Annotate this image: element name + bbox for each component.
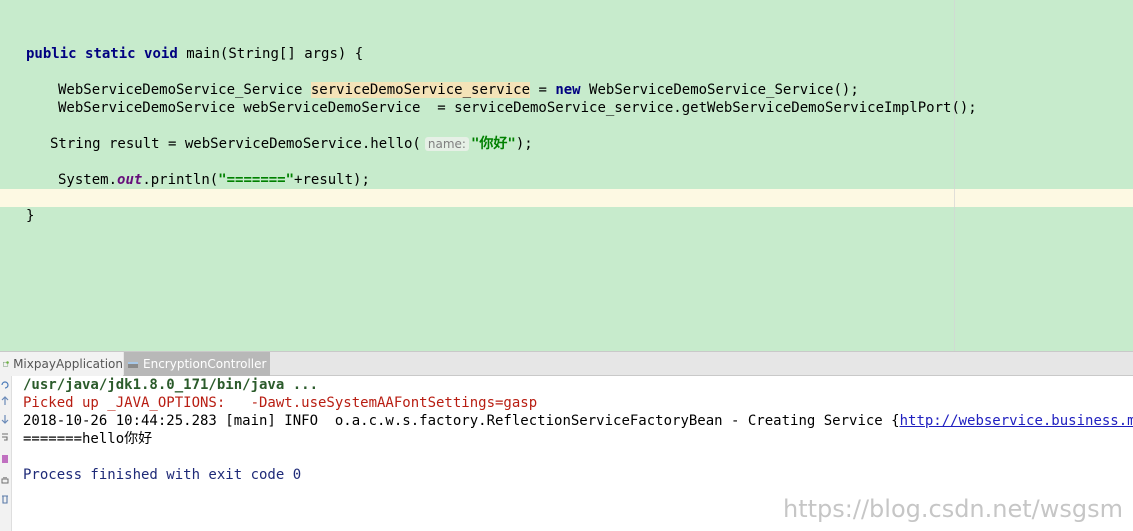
- pin-icon[interactable]: [1, 454, 9, 464]
- watermark-text: https://blog.csdn.net/wsgsm: [783, 495, 1123, 523]
- console-log-line: 2018-10-26 10:44:25.283 [main] INFO o.a.…: [23, 412, 1133, 430]
- console-java-options: Picked up _JAVA_OPTIONS: -Dawt.useSystem…: [23, 395, 538, 411]
- up-arrow-icon[interactable]: [1, 396, 9, 406]
- code-line-service-init[interactable]: WebServiceDemoService_Service serviceDem…: [58, 81, 859, 99]
- down-arrow-icon[interactable]: [1, 414, 9, 424]
- console-toolbar: [0, 376, 12, 531]
- keyword-public: public: [26, 46, 77, 62]
- spring-app-icon: [3, 361, 9, 367]
- highlighted-variable: serviceDemoService_service: [310, 82, 531, 98]
- port-statement: WebServiceDemoService webServiceDemoServ…: [58, 100, 977, 116]
- method-signature: main(String[] args) {: [186, 46, 364, 62]
- service-url-link[interactable]: http://webservice.business.mixpay.c: [900, 413, 1133, 429]
- type-name: WebServiceDemoService_Service: [58, 82, 311, 98]
- tab-label: EncryptionController: [143, 357, 267, 371]
- run-tab-bar: MixpayApplication EncryptionController: [0, 351, 1133, 376]
- tab-mixpay-application[interactable]: MixpayApplication: [0, 352, 123, 376]
- println-call: .println(: [142, 172, 219, 188]
- tab-label: MixpayApplication: [13, 357, 123, 371]
- system-class: System.: [58, 172, 118, 188]
- code-line-close-brace[interactable]: }: [26, 207, 34, 225]
- code-editor[interactable]: public static void main(String[] args) {…: [0, 0, 1133, 351]
- parameter-hint: name:: [424, 137, 469, 151]
- console-command-line: /usr/java/jdk1.8.0_171/bin/java ...: [23, 377, 319, 393]
- constructor-call: WebServiceDemoService_Service();: [580, 82, 859, 98]
- keyword-new: new: [555, 82, 581, 98]
- static-field-out: out: [117, 172, 143, 188]
- rerun-icon[interactable]: [1, 380, 9, 390]
- code-line-println[interactable]: System.out.println("======="+result);: [58, 171, 370, 189]
- keyword-static: static: [85, 46, 136, 62]
- code-line-port-init[interactable]: WebServiceDemoService webServiceDemoServ…: [58, 99, 977, 117]
- code-line-main-signature[interactable]: public static void main(String[] args) {: [26, 45, 363, 63]
- right-margin-guide: [954, 0, 955, 351]
- string-literal-nihao: "你好": [470, 136, 516, 152]
- keyword-void: void: [144, 46, 178, 62]
- console-program-output: =======hello你好: [23, 431, 153, 447]
- print-icon[interactable]: [1, 476, 9, 486]
- console-exit-message: Process finished with exit code 0: [23, 467, 302, 483]
- hello-call: String result = webServiceDemoService.he…: [50, 136, 421, 152]
- code-line-result[interactable]: String result = webServiceDemoService.he…: [50, 135, 533, 153]
- tab-encryption-controller[interactable]: EncryptionController: [124, 352, 270, 376]
- string-literal-separator: "=======": [218, 172, 295, 188]
- closing-brace: }: [26, 208, 35, 224]
- statement-end: );: [515, 136, 533, 152]
- concat-result: +result);: [294, 172, 370, 188]
- log-text: 2018-10-26 10:44:25.283 [main] INFO o.a.…: [23, 413, 900, 429]
- assign-op: =: [530, 82, 556, 98]
- caret-line-highlight: [0, 189, 1133, 207]
- wrap-icon[interactable]: [1, 432, 9, 442]
- trash-icon[interactable]: [1, 494, 9, 504]
- run-config-icon: [128, 362, 138, 368]
